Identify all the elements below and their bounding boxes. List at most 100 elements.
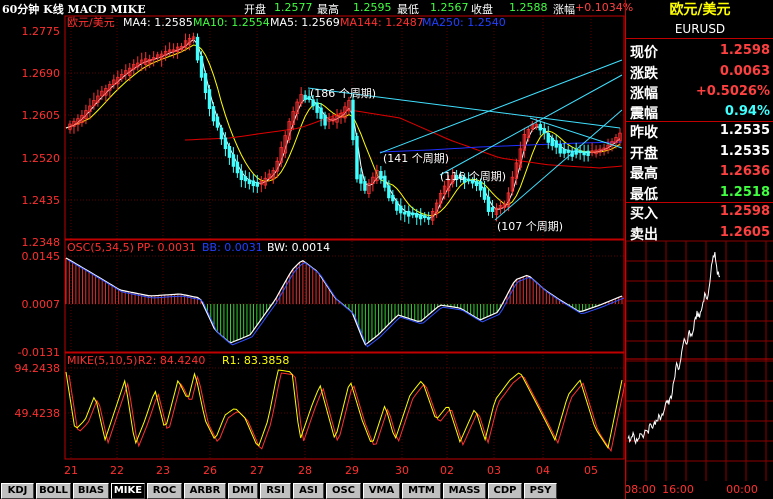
main-y-tick: 1.2775 [22, 25, 61, 38]
gann-fan-lines [307, 59, 623, 221]
candle-body [247, 179, 252, 185]
osc-bb: BB: 0.0031 [202, 241, 263, 254]
tab-cdp[interactable]: CDP [488, 483, 522, 499]
tab-mike[interactable]: MIKE [111, 483, 145, 499]
osc-line [65, 257, 623, 346]
candle-body [486, 196, 491, 212]
ma5-legend: MA5: 1.2569 [270, 16, 340, 29]
tab-boll[interactable]: BOLL [36, 483, 71, 499]
indicator-tab-bar: KDJ BOLL BIAS MIKE ROC ARBR DMI RSI ASI OSC VMA MTM… [0, 482, 625, 499]
candle-body [195, 36, 200, 61]
candlesticks [68, 32, 622, 226]
tab-asi[interactable]: ASI [293, 483, 324, 499]
x-tick-label: 22 [110, 464, 124, 477]
quote-code: EURUSD [674, 22, 726, 36]
candle-body [211, 106, 216, 122]
ma10-line [65, 44, 621, 217]
candle-body [231, 154, 236, 167]
candle-body [391, 194, 395, 202]
candle-body [243, 176, 248, 182]
candle-body [538, 124, 542, 131]
tab-kdj[interactable]: KDJ [1, 483, 34, 499]
x-tick-label: 02 [440, 464, 454, 477]
low-value: 1.2567 [430, 1, 469, 14]
chart-area[interactable]: 1.2775 1.2690 1.2605 1.2520 1.2435 1.2348 0.0… [0, 15, 625, 479]
candle-body [423, 215, 427, 219]
quote-label: 买入 [630, 206, 658, 222]
quote-row: 涨跌 0.0063 [628, 61, 772, 82]
intraday-chart[interactable]: 08:00 16:00 00:00 [626, 239, 773, 499]
period-annotation: (186 个周期) [310, 87, 376, 100]
osc-y-axis: 0.0145 0.0007 -0.0131 [18, 250, 60, 359]
ma144-legend: MA144: 1.2487 [340, 16, 424, 29]
tab-arbr[interactable]: ARBR [184, 483, 226, 499]
mike-r1-line [65, 369, 623, 450]
ma250-legend: MA250: 1.2540 [422, 16, 506, 29]
x-tick-label: 03 [487, 464, 501, 477]
candle-body [542, 128, 546, 134]
candle-body [546, 132, 550, 143]
intraday-x-label: 08:00 [626, 483, 656, 496]
main-y-tick: 1.2690 [22, 67, 61, 80]
tab-mtm[interactable]: MTM [402, 483, 441, 499]
tab-vma[interactable]: VMA [363, 483, 400, 499]
mike-panel-border [64, 352, 625, 460]
quote-label: 现价 [630, 45, 658, 61]
quote-row: 震幅 0.94% [628, 101, 772, 122]
quote-label: 昨收 [630, 125, 658, 141]
quote-row: 涨幅 +0.5026% [628, 81, 772, 102]
candle-body [311, 99, 315, 107]
candle-body [419, 214, 423, 220]
header-bar: 60分钟 K线 MACD MIKE 开盘 1.2577 最高 1.2595 最低… [0, 0, 633, 16]
candle-body [554, 140, 558, 148]
mike-r2: R2: 84.4240 [138, 354, 205, 367]
mike-r1: R1: 83.3858 [222, 354, 289, 367]
quote-row: 买入 1.2598 [628, 201, 772, 222]
quote-value: 1.2636 [719, 164, 770, 179]
candle-body [303, 94, 307, 100]
quote-name: 欧元/美元 [669, 2, 731, 18]
tab-bias[interactable]: BIAS [73, 483, 109, 499]
tab-roc[interactable]: ROC [147, 483, 182, 499]
candle-body [199, 55, 204, 78]
quote-value: 1.2598 [719, 43, 770, 58]
mike-lines [65, 369, 625, 453]
x-tick-label: 23 [156, 464, 170, 477]
quote-row: 现价 1.2598 [628, 40, 772, 61]
tab-dmi[interactable]: DMI [228, 483, 258, 499]
quote-value: 1.2598 [719, 204, 770, 219]
quote-value: 1.2605 [719, 225, 770, 240]
tab-psy[interactable]: PSY [524, 483, 557, 499]
quote-row: 开盘 1.2535 [628, 141, 772, 162]
x-axis: 21 22 23 26 27 28 29 30 02 03 04 05 [64, 464, 598, 477]
divider [626, 38, 773, 39]
candle-body [403, 211, 407, 215]
candle-body [387, 185, 391, 199]
osc-label: OSC(5,34,5) [67, 241, 134, 254]
fan-line [494, 109, 623, 221]
main-y-axis: 1.2775 1.2690 1.2605 1.2520 1.2435 1.2348 [22, 25, 61, 249]
candle-body [578, 150, 582, 154]
candle-body [383, 175, 387, 188]
intraday-x-label: 16:00 [662, 483, 694, 496]
x-tick-label: 30 [395, 464, 409, 477]
candle-body [223, 137, 228, 150]
mike-y-tick: 49.4238 [15, 407, 61, 420]
intraday-x-label: 00:00 [726, 483, 758, 496]
candle-body [355, 135, 359, 180]
candle-body [319, 107, 323, 119]
quote-name-wrap: 欧元/美元 [626, 0, 773, 20]
candle-body [379, 171, 383, 180]
candle-body [359, 174, 363, 184]
candle-body [426, 216, 431, 220]
mike-label: MIKE(5,10,5) [67, 354, 137, 367]
tab-osc[interactable]: OSC [326, 483, 361, 499]
tab-rsi[interactable]: RSI [260, 483, 291, 499]
tab-mass[interactable]: MASS [443, 483, 486, 499]
x-tick-label: 29 [345, 464, 359, 477]
quote-value: 1.2535 [719, 144, 770, 159]
candle-body [558, 144, 562, 154]
candle-body [415, 212, 419, 218]
candle-body [562, 149, 566, 154]
main-y-tick: 1.2520 [22, 152, 61, 165]
